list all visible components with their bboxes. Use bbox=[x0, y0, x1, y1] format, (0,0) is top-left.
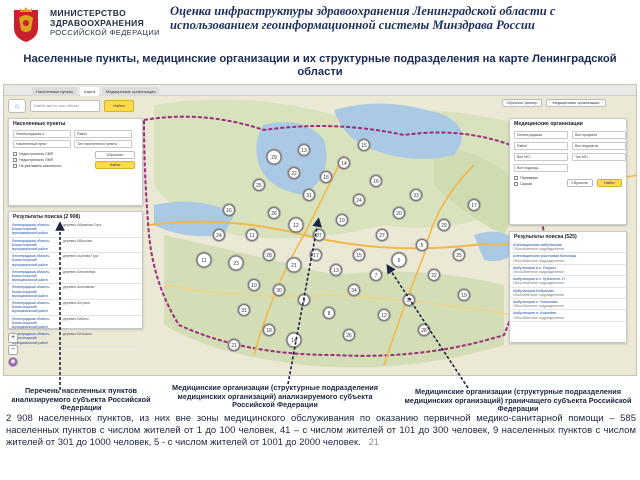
caption-neighbour-med-orgs: Медицинские организации (структурные под… bbox=[404, 387, 632, 414]
page-number: 21 bbox=[368, 436, 379, 447]
arrow-med-orgs bbox=[287, 217, 322, 385]
arrow-neighbour-med-orgs bbox=[386, 263, 469, 389]
caption-med-orgs: Медицинские организации (структурные под… bbox=[172, 383, 378, 410]
footnote: 2 908 населенных пунктов, из них вне зон… bbox=[6, 413, 636, 448]
footnote-text: 2 908 населенных пунктов, из них вне зон… bbox=[6, 413, 636, 448]
caption-settlements: Перечень населенных пунктов анализируемо… bbox=[11, 386, 151, 413]
